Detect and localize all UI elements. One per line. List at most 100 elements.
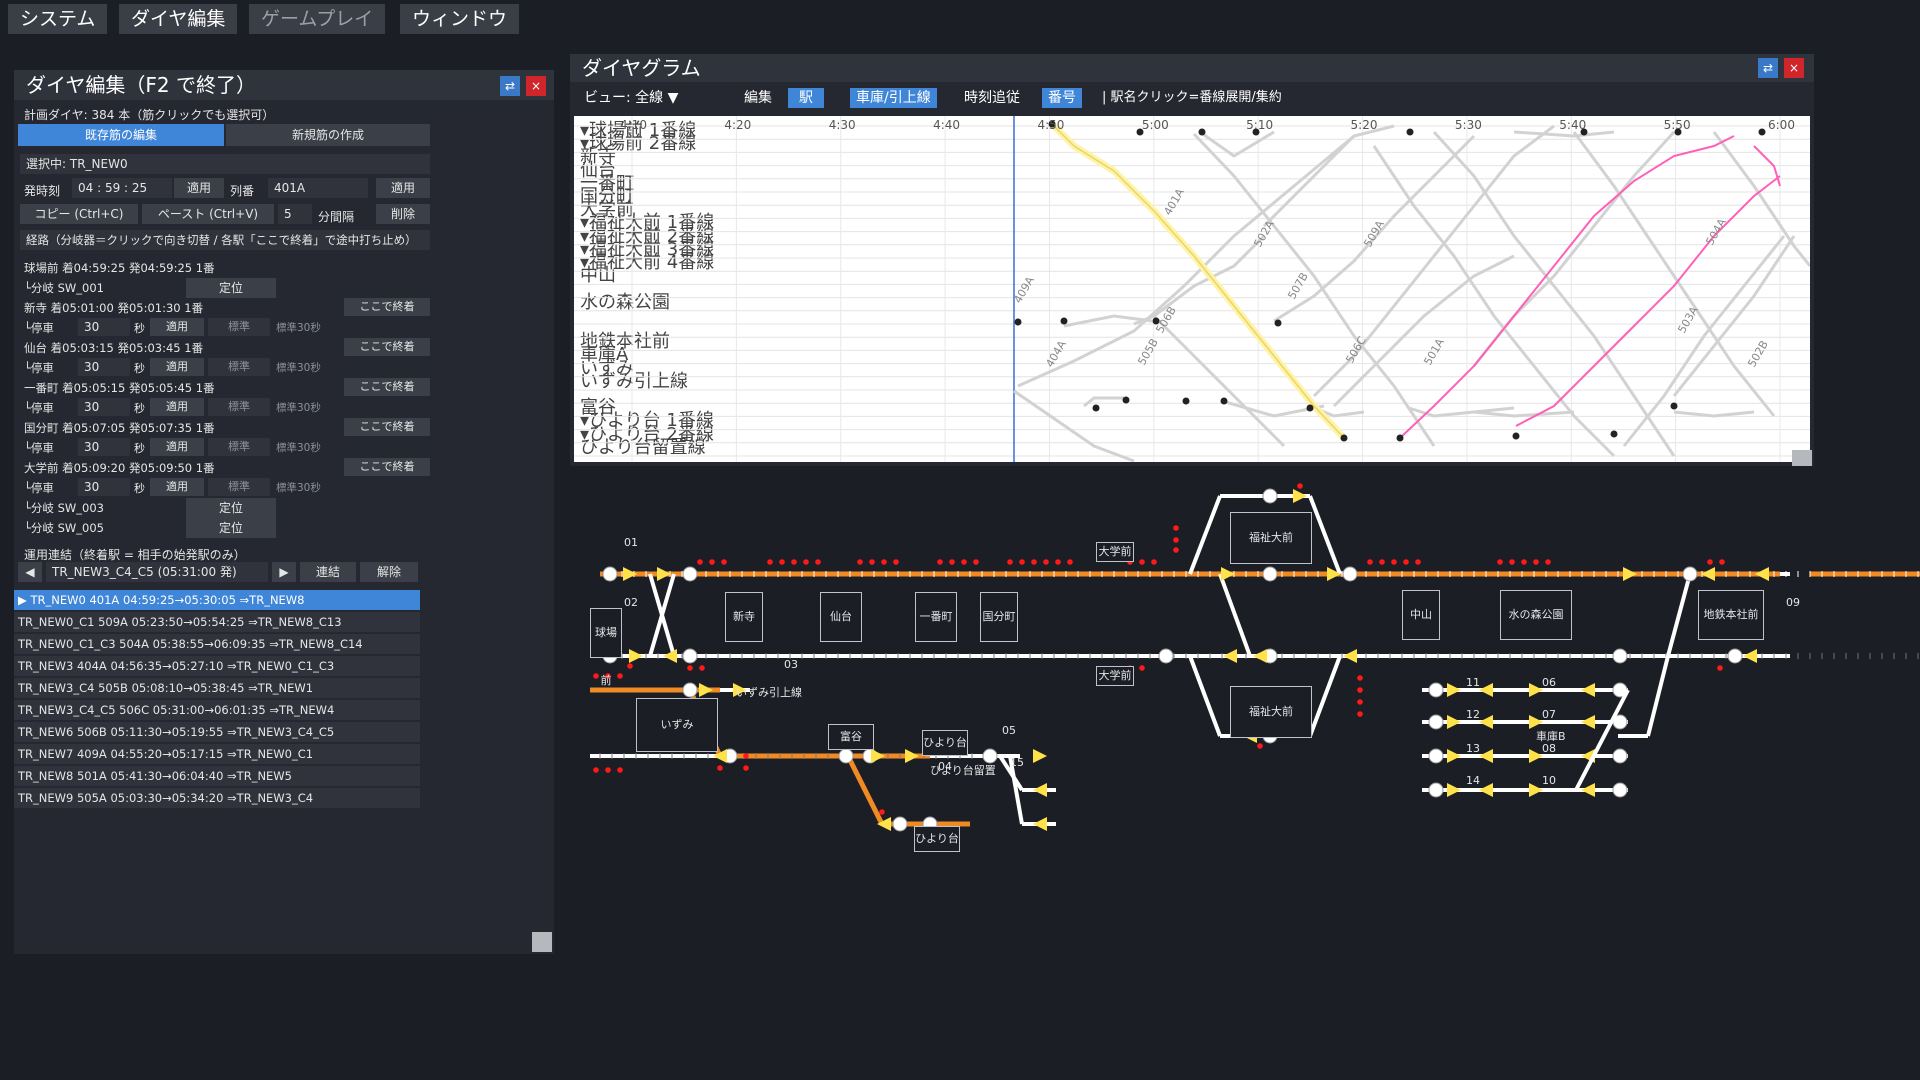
view-select[interactable]: ビュー: 全線 ▼ bbox=[578, 88, 684, 108]
terminate-here-button[interactable]: ここで終着 bbox=[344, 458, 430, 476]
direction-arrow bbox=[623, 567, 637, 581]
diagram-panel: ダイヤグラム ⇄ × ビュー: 全線 ▼ 編集 駅 車庫/引上線 時刻追従 番号… bbox=[570, 54, 1814, 466]
diagram-close-button[interactable]: × bbox=[1784, 58, 1804, 78]
dwell-field[interactable]: 30 bbox=[78, 398, 130, 416]
dwell-standard-button[interactable]: 標準 bbox=[208, 398, 270, 416]
link-next-button[interactable]: ▶ bbox=[272, 562, 296, 582]
dwell-apply-button[interactable]: 適用 bbox=[150, 438, 204, 456]
dwell-apply-button[interactable]: 適用 bbox=[150, 318, 204, 336]
train-list-item[interactable]: TR_NEW6 506B 05:11:30→05:19:55 ⇒TR_NEW3_… bbox=[14, 722, 420, 742]
editor-restore-button[interactable]: ⇄ bbox=[500, 76, 520, 96]
map-station-box[interactable]: 福祉大前 bbox=[1230, 686, 1312, 738]
map-station-box[interactable]: 仙台 bbox=[820, 592, 862, 642]
terminate-here-button[interactable]: ここで終着 bbox=[344, 338, 430, 356]
diagram-svg[interactable]: 401A502A 509A 504A409A 507B506B505B404A 506C… bbox=[574, 116, 1810, 462]
mode-station-button[interactable]: 駅 bbox=[788, 88, 824, 108]
signal-dot bbox=[961, 559, 967, 565]
track-map[interactable]: 球場前 新寺 仙台 一番町 国分町 大学前 福祉大前 大学前 福祉大前 中山 水の森公園 地鉄本社前 0… bbox=[570, 478, 1920, 1078]
dwell-standard-button[interactable]: 標準 bbox=[208, 358, 270, 376]
diagram-resize-handle[interactable] bbox=[1792, 450, 1812, 466]
dwell-standard-note: 標準30秒 bbox=[276, 442, 321, 454]
train-list-item[interactable]: TR_NEW0_C1_C3 504A 05:38:55→06:09:35 ⇒TR… bbox=[14, 634, 420, 654]
train-list-item[interactable]: TR_NEW3_C4 505B 05:08:10→05:38:45 ⇒TR_NE… bbox=[14, 678, 420, 698]
map-station-box[interactable]: 一番町 bbox=[915, 592, 957, 642]
map-station-box[interactable]: 地鉄本社前 bbox=[1698, 590, 1764, 640]
depart-minute[interactable]: 59 bbox=[105, 181, 120, 195]
train-list-item[interactable]: ▶ TR_NEW0 401A 04:59:25→05:30:05 ⇒TR_NEW… bbox=[14, 590, 420, 610]
copy-button[interactable]: コピー (Ctrl+C) bbox=[20, 204, 138, 224]
train-list-item[interactable]: TR_NEW0_C1 509A 05:23:50→05:54:25 ⇒TR_NE… bbox=[14, 612, 420, 632]
paste-button[interactable]: ペースト (Ctrl+V) bbox=[142, 204, 274, 224]
map-station-box[interactable]: 中山 bbox=[1402, 590, 1440, 640]
train-list-item[interactable]: TR_NEW9 505A 05:03:30→05:34:20 ⇒TR_NEW3_… bbox=[14, 788, 420, 808]
track-node bbox=[1428, 782, 1444, 798]
train-list-item[interactable]: TR_NEW3_C4_C5 506C 05:31:00→06:01:35 ⇒TR… bbox=[14, 700, 420, 720]
link-prev-button[interactable]: ◀ bbox=[18, 562, 42, 582]
interval-field[interactable]: 5 bbox=[278, 204, 312, 224]
train-list-item[interactable]: TR_NEW8 501A 05:41:30→06:04:40 ⇒TR_NEW5 bbox=[14, 766, 420, 786]
trainno-field[interactable]: 401A bbox=[268, 178, 368, 198]
direction-arrow bbox=[1253, 649, 1267, 663]
terminate-here-button[interactable]: ここで終着 bbox=[344, 378, 430, 396]
map-station-box[interactable]: 大学前 bbox=[1096, 666, 1134, 686]
direction-arrow bbox=[1529, 683, 1543, 697]
dwell-field[interactable]: 30 bbox=[78, 318, 130, 336]
tab-existing[interactable]: 既存筋の編集 bbox=[18, 124, 224, 146]
menu-system[interactable]: システム bbox=[8, 4, 108, 34]
terminate-here-button[interactable]: ここで終着 bbox=[344, 298, 430, 316]
track-map-svg[interactable] bbox=[570, 478, 1920, 1078]
map-station-box[interactable]: ひより台04 bbox=[922, 730, 968, 773]
train-list-item[interactable]: TR_NEW3 404A 04:56:35→05:27:10 ⇒TR_NEW0_… bbox=[14, 656, 420, 676]
diagram-restore-button[interactable]: ⇄ bbox=[1758, 58, 1778, 78]
switch-toggle-button[interactable]: 定位 bbox=[186, 518, 276, 538]
route-row-label: └分岐 SW_003 bbox=[24, 501, 104, 515]
menu-diagram-edit[interactable]: ダイヤ編集 bbox=[119, 4, 238, 34]
signal-dot bbox=[627, 663, 633, 669]
dwell-standard-button[interactable]: 標準 bbox=[208, 438, 270, 456]
menu-gameplay[interactable]: ゲームプレイ bbox=[249, 4, 386, 34]
depart-hour[interactable]: 04 bbox=[78, 181, 93, 195]
mode-depot-button[interactable]: 車庫/引上線 bbox=[850, 88, 937, 108]
signal-dot bbox=[593, 767, 599, 773]
map-station-box[interactable]: 水の森公園 bbox=[1500, 590, 1572, 640]
link-connect-button[interactable]: 連結 bbox=[300, 562, 356, 582]
diagram-canvas[interactable]: ▾球場前 1番線 ▾球場前 2番線 新寺 仙台 一番町 国分町 大学前 ▾福祉大前 1番線 ▾福… bbox=[574, 116, 1810, 462]
map-station-box[interactable]: 新寺 bbox=[725, 592, 763, 642]
tab-new[interactable]: 新規筋の作成 bbox=[226, 124, 430, 146]
map-station-box[interactable]: 福祉大前 bbox=[1230, 512, 1312, 564]
trainno-apply-button[interactable]: 適用 bbox=[376, 178, 430, 198]
dwell-apply-button[interactable]: 適用 bbox=[150, 478, 204, 496]
map-station-box[interactable]: 国分町 bbox=[980, 592, 1018, 642]
depot-tag: 車庫B bbox=[1536, 730, 1566, 743]
direction-arrow bbox=[1033, 749, 1047, 763]
switch-toggle-button[interactable]: 定位 bbox=[186, 278, 276, 298]
dwell-field[interactable]: 30 bbox=[78, 478, 130, 496]
dwell-field[interactable]: 30 bbox=[78, 358, 130, 376]
follow-time-button[interactable]: 時刻追従 bbox=[958, 88, 1026, 108]
dwell-field[interactable]: 30 bbox=[78, 438, 130, 456]
depart-apply-button[interactable]: 適用 bbox=[174, 178, 224, 198]
link-release-button[interactable]: 解除 bbox=[360, 562, 418, 582]
editor-close-button[interactable]: × bbox=[526, 76, 546, 96]
resize-handle[interactable] bbox=[532, 932, 552, 952]
train-list-item[interactable]: TR_NEW7 409A 04:55:20→05:17:15 ⇒TR_NEW0_… bbox=[14, 744, 420, 764]
dwell-standard-button[interactable]: 標準 bbox=[208, 318, 270, 336]
map-station-box[interactable]: ひより台 bbox=[914, 826, 960, 852]
delete-button[interactable]: 削除 bbox=[376, 204, 430, 224]
switch-toggle-button[interactable]: 定位 bbox=[186, 498, 276, 518]
menu-window[interactable]: ウィンドウ bbox=[400, 4, 520, 34]
number-button[interactable]: 番号 bbox=[1042, 88, 1082, 108]
dwell-standard-button[interactable]: 標準 bbox=[208, 478, 270, 496]
stop-dot bbox=[1014, 318, 1022, 326]
map-station-box[interactable]: いずみ bbox=[636, 698, 718, 752]
dwell-apply-button[interactable]: 適用 bbox=[150, 398, 204, 416]
terminate-here-button[interactable]: ここで終着 bbox=[344, 418, 430, 436]
map-station-box[interactable]: 大学前 bbox=[1096, 542, 1134, 562]
depart-time-field[interactable]: 04 : 59 : 25 bbox=[72, 178, 172, 198]
link-target-field[interactable]: TR_NEW3_C4_C5 (05:31:00 発) bbox=[46, 562, 268, 582]
map-station-box[interactable]: 富谷 bbox=[828, 724, 874, 750]
map-station-box[interactable]: 球場前 bbox=[590, 608, 622, 687]
depart-second[interactable]: 25 bbox=[132, 181, 147, 195]
dwell-apply-button[interactable]: 適用 bbox=[150, 358, 204, 376]
direction-arrow bbox=[629, 649, 643, 663]
